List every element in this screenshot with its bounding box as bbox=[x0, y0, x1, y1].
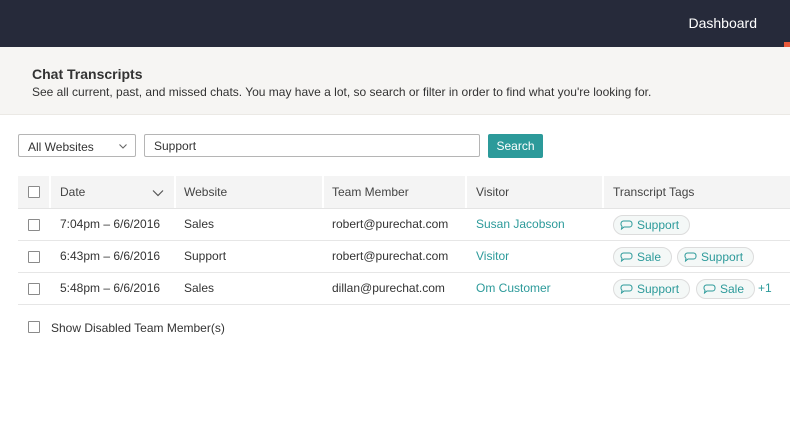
column-divider bbox=[174, 176, 176, 208]
speech-bubble-icon bbox=[620, 252, 633, 262]
show-disabled-label: Show Disabled Team Member(s) bbox=[51, 321, 225, 335]
show-disabled-checkbox[interactable] bbox=[28, 321, 40, 333]
tag-pill[interactable]: Sale bbox=[696, 279, 756, 299]
top-bar: Dashboard bbox=[0, 0, 790, 47]
row-checkbox[interactable] bbox=[28, 219, 40, 231]
search-input[interactable] bbox=[144, 134, 480, 157]
tag-pill[interactable]: Support bbox=[677, 247, 755, 267]
column-header-date[interactable]: Date bbox=[60, 176, 85, 208]
row-date: 7:04pm – 6/6/2016 bbox=[60, 217, 161, 231]
more-tags-link[interactable]: +1 bbox=[758, 273, 772, 304]
tag-pill[interactable]: Support bbox=[613, 215, 691, 235]
speech-bubble-icon bbox=[620, 284, 633, 294]
column-header-transcript-tags[interactable]: Transcript Tags bbox=[613, 176, 694, 208]
tag-pill[interactable]: Support bbox=[613, 279, 691, 299]
row-visitor-link[interactable]: Om Customer bbox=[476, 273, 551, 304]
row-website: Sales bbox=[184, 281, 215, 295]
row-date: 5:48pm – 6/6/2016 bbox=[60, 281, 161, 295]
website-select-value: All Websites bbox=[28, 140, 94, 154]
row-team-member: robert@purechat.com bbox=[332, 249, 449, 263]
row-checkbox[interactable] bbox=[28, 251, 40, 263]
tag-label: Sale bbox=[637, 250, 662, 264]
table-row[interactable]: 6:43pm – 6/6/2016 Support robert@purecha… bbox=[18, 241, 790, 273]
column-divider bbox=[322, 176, 324, 208]
tag-label: Support bbox=[637, 282, 680, 296]
page-subtitle: See all current, past, and missed chats.… bbox=[32, 85, 652, 99]
column-divider bbox=[465, 176, 467, 208]
column-header-team-member[interactable]: Team Member bbox=[332, 176, 409, 208]
speech-bubble-icon bbox=[620, 220, 633, 230]
table-row[interactable]: 7:04pm – 6/6/2016 Sales robert@purechat.… bbox=[18, 209, 790, 241]
table-row[interactable]: 5:48pm – 6/6/2016 Sales dillan@purechat.… bbox=[18, 273, 790, 305]
tag-pill[interactable]: Sale bbox=[613, 247, 673, 267]
column-divider bbox=[49, 176, 51, 208]
row-visitor-link[interactable]: Susan Jacobson bbox=[476, 209, 565, 240]
website-select[interactable]: All Websites bbox=[18, 134, 136, 157]
tag-label: Support bbox=[637, 218, 680, 232]
row-website: Sales bbox=[184, 217, 215, 231]
tag-label: Support bbox=[701, 250, 744, 264]
chevron-down-icon[interactable] bbox=[151, 186, 165, 200]
tag-label: Sale bbox=[720, 282, 745, 296]
dashboard-link[interactable]: Dashboard bbox=[689, 15, 758, 31]
row-date: 6:43pm – 6/6/2016 bbox=[60, 249, 161, 263]
page-title: Chat Transcripts bbox=[32, 66, 143, 82]
page-header: Chat Transcripts See all current, past, … bbox=[0, 47, 790, 115]
chevron-down-icon bbox=[119, 144, 127, 149]
column-header-visitor[interactable]: Visitor bbox=[476, 176, 509, 208]
transcripts-table: Date Website Team Member Visitor Transcr… bbox=[18, 176, 790, 305]
speech-bubble-icon bbox=[684, 252, 697, 262]
table-header: Date Website Team Member Visitor Transcr… bbox=[18, 176, 790, 209]
speech-bubble-icon bbox=[703, 284, 716, 294]
select-all-checkbox[interactable] bbox=[28, 186, 40, 198]
row-team-member: dillan@purechat.com bbox=[332, 281, 445, 295]
row-visitor-link[interactable]: Visitor bbox=[476, 241, 509, 272]
column-header-website[interactable]: Website bbox=[184, 176, 227, 208]
row-team-member: robert@purechat.com bbox=[332, 217, 449, 231]
row-website: Support bbox=[184, 249, 227, 263]
row-checkbox[interactable] bbox=[28, 283, 40, 295]
column-divider bbox=[602, 176, 604, 208]
search-button[interactable]: Search bbox=[488, 134, 543, 158]
